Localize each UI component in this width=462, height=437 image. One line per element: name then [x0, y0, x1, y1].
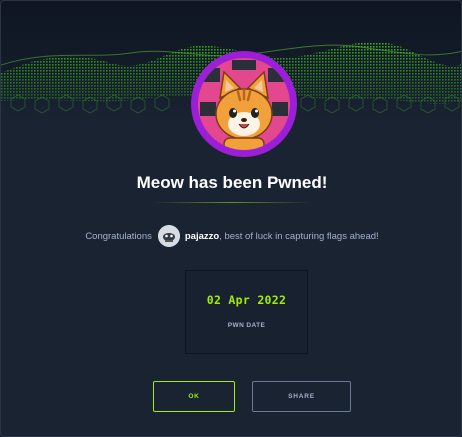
cat-icon: [198, 58, 290, 150]
modal-title: Meow has been Pwned!: [136, 173, 328, 192]
pwned-modal: Meow has been Pwned! Congratulations paj…: [0, 0, 462, 437]
congrats-message: Congratulations pajazzo , best of luck i…: [1, 225, 461, 247]
congrats-prefix: Congratulations: [85, 230, 152, 242]
congrats-suffix: , best of luck in capturing flags ahead!: [219, 230, 379, 242]
share-button[interactable]: SHARE: [252, 381, 351, 412]
ok-button[interactable]: OK: [153, 381, 235, 412]
username-link[interactable]: pajazzo: [185, 231, 219, 242]
title-divider: [151, 202, 313, 203]
machine-avatar: [191, 51, 297, 157]
user-avatar-icon[interactable]: [157, 225, 180, 247]
pwn-date-value: 02 Apr 2022: [206, 293, 287, 307]
pwn-date-label: PWN DATE: [227, 322, 266, 329]
pwn-date-card: 02 Apr 2022 PWN DATE: [185, 270, 308, 354]
